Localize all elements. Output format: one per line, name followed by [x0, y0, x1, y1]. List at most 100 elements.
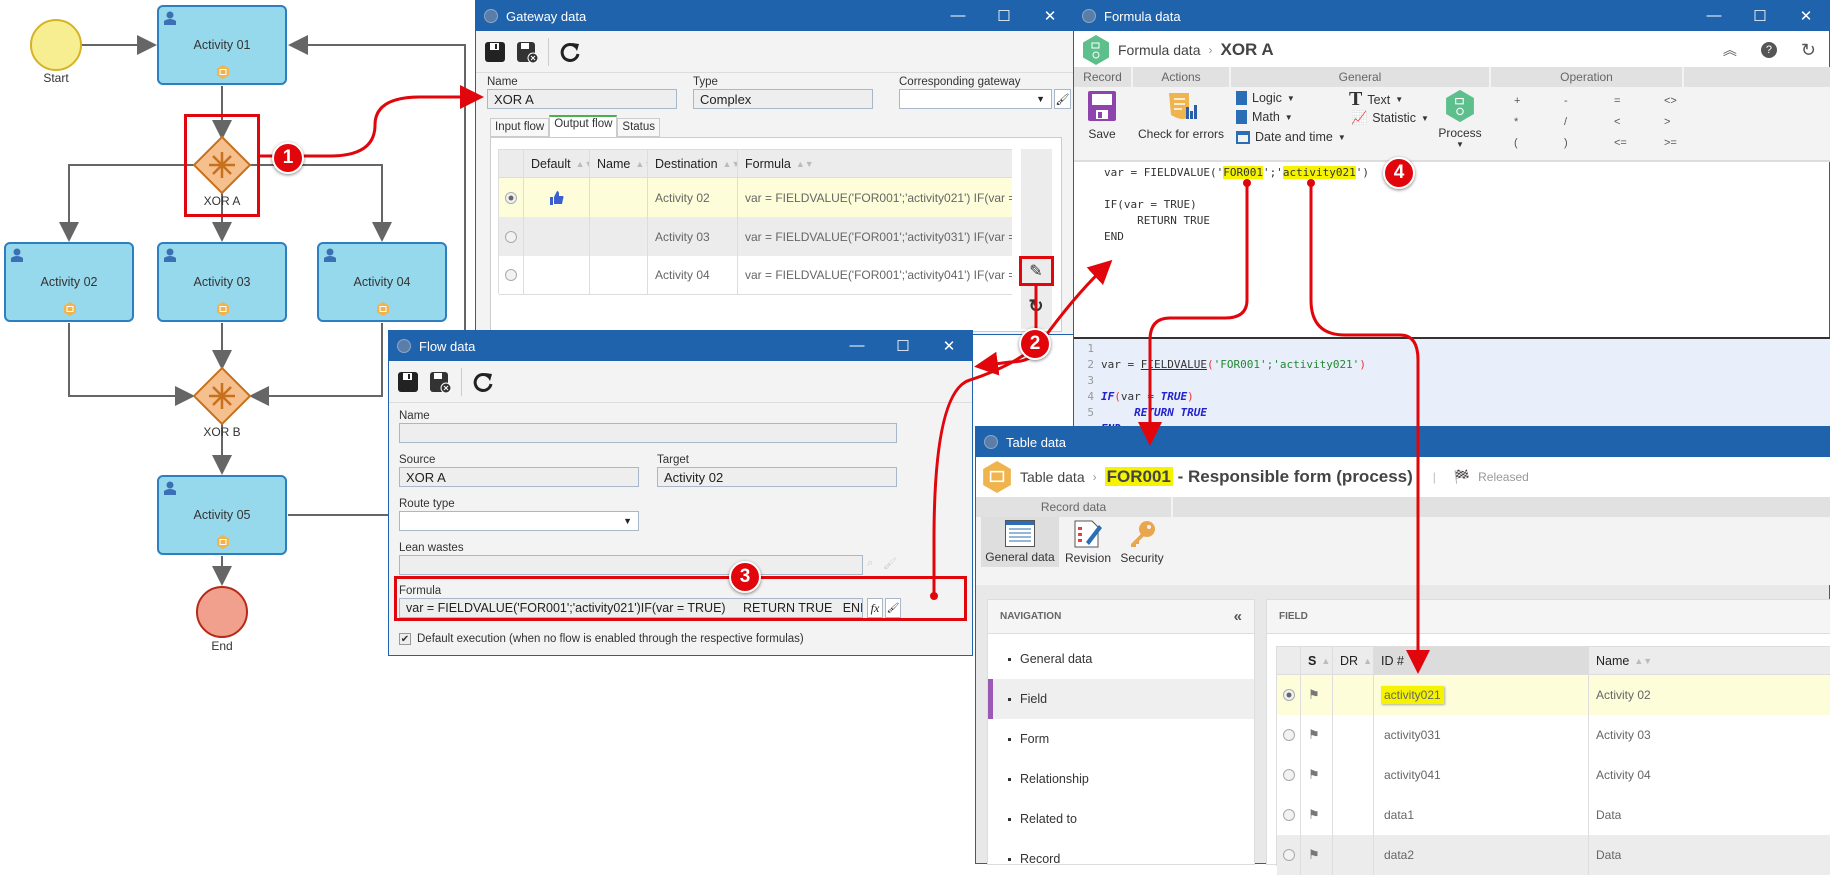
row-radio[interactable]	[505, 191, 517, 204]
table-row[interactable]: ⚑ data1 Data	[1277, 795, 1830, 835]
operator-button[interactable]: /	[1564, 116, 1567, 128]
cell-dr	[1333, 795, 1374, 835]
text-dropdown[interactable]: T Text ▼	[1349, 88, 1403, 111]
column-default[interactable]: Default▲▼	[524, 150, 590, 177]
row-radio[interactable]	[1282, 689, 1295, 701]
formula-editor[interactable]: 1 2 3 4 5 var = FIELDVALUE('FOR001';'act…	[1074, 337, 1830, 435]
process-dropdown[interactable]: Process ▼	[1436, 89, 1484, 149]
broom-icon[interactable]: 🖌	[883, 557, 897, 570]
column-s[interactable]: S▲▼	[1301, 647, 1333, 674]
lean-wastes-field[interactable]	[399, 555, 863, 575]
general-data-button[interactable]: General data	[981, 517, 1059, 567]
nav-item-form[interactable]: Form	[988, 719, 1254, 759]
refresh-grid-button[interactable]: ↻	[1024, 294, 1048, 318]
operator-button[interactable]: (	[1514, 137, 1518, 149]
column-destination[interactable]: Destination▲▼	[648, 150, 738, 177]
check-for-errors-button[interactable]: Check for errors	[1133, 91, 1229, 141]
operator-button[interactable]: >	[1664, 116, 1670, 128]
nav-item-relationship[interactable]: Relationship	[988, 759, 1254, 799]
row-radio[interactable]	[1282, 849, 1295, 861]
tab-output-flow[interactable]: Output flow	[549, 115, 618, 137]
column-name[interactable]: Name▲▼	[1589, 647, 1830, 674]
table-row[interactable]: ⚑ data2 Data	[1277, 835, 1830, 875]
operator-button[interactable]: =	[1614, 95, 1620, 107]
minimize-button[interactable]: —	[1691, 7, 1737, 25]
operator-button[interactable]: -	[1564, 95, 1568, 107]
maximize-button[interactable]: ☐	[1737, 7, 1783, 25]
activity-04[interactable]: Activity 04	[317, 242, 447, 322]
operator-button[interactable]: <	[1614, 116, 1620, 128]
nav-item-general-data[interactable]: General data	[988, 639, 1254, 679]
table-row[interactable]: ⚑ activity041 Activity 04	[1277, 755, 1830, 795]
revision-button[interactable]: Revision	[1062, 517, 1114, 565]
source-field[interactable]: XOR A	[399, 467, 639, 487]
save-and-close-icon[interactable]	[429, 371, 451, 393]
save-icon[interactable]	[397, 371, 419, 393]
help-icon[interactable]: ?	[1760, 42, 1777, 58]
refresh-icon[interactable]	[559, 41, 581, 63]
column-id[interactable]: ID #	[1374, 647, 1589, 674]
save-icon[interactable]	[484, 41, 506, 63]
name-field[interactable]	[399, 423, 897, 443]
statistic-dropdown[interactable]: 📈 Statistic ▼	[1351, 110, 1429, 126]
math-dropdown[interactable]: Math ▼	[1236, 110, 1293, 124]
operator-button[interactable]: <=	[1614, 137, 1627, 149]
operator-button[interactable]: <>	[1664, 95, 1677, 107]
corresponding-gateway-select[interactable]: ▼	[899, 89, 1052, 109]
breadcrumb-root[interactable]: Table data	[1020, 469, 1085, 485]
table-row[interactable]: ⚑ activity021 Activity 02	[1277, 675, 1830, 715]
operator-button[interactable]: )	[1564, 137, 1568, 149]
nav-item-related-to[interactable]: Related to	[988, 799, 1254, 839]
close-button[interactable]: ✕	[1783, 7, 1829, 25]
refresh-icon[interactable]: ↻	[1801, 40, 1816, 61]
route-type-select[interactable]: ▼	[399, 511, 639, 531]
activity-02[interactable]: Activity 02	[4, 242, 134, 322]
name-field[interactable]: XOR A	[487, 89, 677, 109]
save-and-close-icon[interactable]	[516, 41, 538, 63]
nav-item-field[interactable]: Field	[988, 679, 1254, 719]
security-button[interactable]: Security	[1116, 517, 1168, 565]
column-dr[interactable]: DR▲▼	[1333, 647, 1374, 674]
row-radio[interactable]	[1282, 809, 1295, 821]
save-button[interactable]: Save	[1080, 91, 1124, 141]
maximize-button[interactable]: ☐	[880, 337, 926, 355]
editor-code[interactable]: var = FIELDVALUE('FOR001';'activity021')…	[1101, 341, 1366, 437]
table-row[interactable]: Activity 03 var = FIELDVALUE('FOR001';'a…	[499, 217, 1012, 256]
operator-button[interactable]: *	[1514, 116, 1518, 128]
table-row[interactable]: Activity 02 var = FIELDVALUE('FOR001';'a…	[499, 178, 1012, 217]
minimize-button[interactable]: —	[935, 7, 981, 25]
table-row[interactable]: Activity 04 var = FIELDVALUE('FOR001';'a…	[499, 256, 1012, 295]
activity-01[interactable]: Activity 01	[157, 5, 287, 85]
tab-status[interactable]: Status	[617, 118, 661, 137]
minimize-button[interactable]: —	[834, 337, 880, 355]
row-radio[interactable]	[1282, 729, 1295, 741]
tab-input-flow[interactable]: Input flow	[490, 118, 550, 137]
collapse-panel-icon[interactable]: «	[1234, 608, 1242, 625]
type-field[interactable]: Complex	[693, 89, 873, 109]
search-icon[interactable]: ⌕	[867, 557, 873, 570]
refresh-icon[interactable]	[472, 371, 494, 393]
activity-05[interactable]: Activity 05	[157, 475, 287, 555]
row-radio[interactable]	[1282, 769, 1295, 781]
checkered-flag-icon: 🏁	[1453, 469, 1471, 484]
column-name[interactable]: Name▲▼	[590, 150, 648, 177]
row-radio[interactable]	[505, 230, 517, 243]
row-radio[interactable]	[505, 269, 517, 281]
table-row[interactable]: ⚑ activity031 Activity 03	[1277, 715, 1830, 755]
close-button[interactable]: ✕	[1027, 7, 1073, 25]
collapse-ribbon-icon[interactable]: ︽	[1723, 40, 1737, 60]
column-formula[interactable]: Formula ▲▼	[738, 150, 1012, 177]
clear-button[interactable]: 🖌	[1054, 89, 1071, 109]
target-field[interactable]: Activity 02	[657, 467, 897, 487]
close-button[interactable]: ✕	[926, 337, 972, 355]
nav-item-record[interactable]: Record	[988, 839, 1254, 879]
default-execution-checkbox[interactable]: ✔ Default execution (when no flow is ena…	[399, 633, 804, 645]
checkbox-checked-icon[interactable]: ✔	[399, 633, 411, 645]
logic-dropdown[interactable]: Logic ▼	[1236, 91, 1295, 105]
maximize-button[interactable]: ☐	[981, 7, 1027, 25]
operator-button[interactable]: +	[1514, 95, 1520, 107]
activity-03[interactable]: Activity 03	[157, 242, 287, 322]
date-and-time-dropdown[interactable]: Date and time ▼	[1236, 130, 1346, 144]
breadcrumb-root[interactable]: Formula data	[1118, 42, 1200, 58]
operator-button[interactable]: >=	[1664, 137, 1677, 149]
